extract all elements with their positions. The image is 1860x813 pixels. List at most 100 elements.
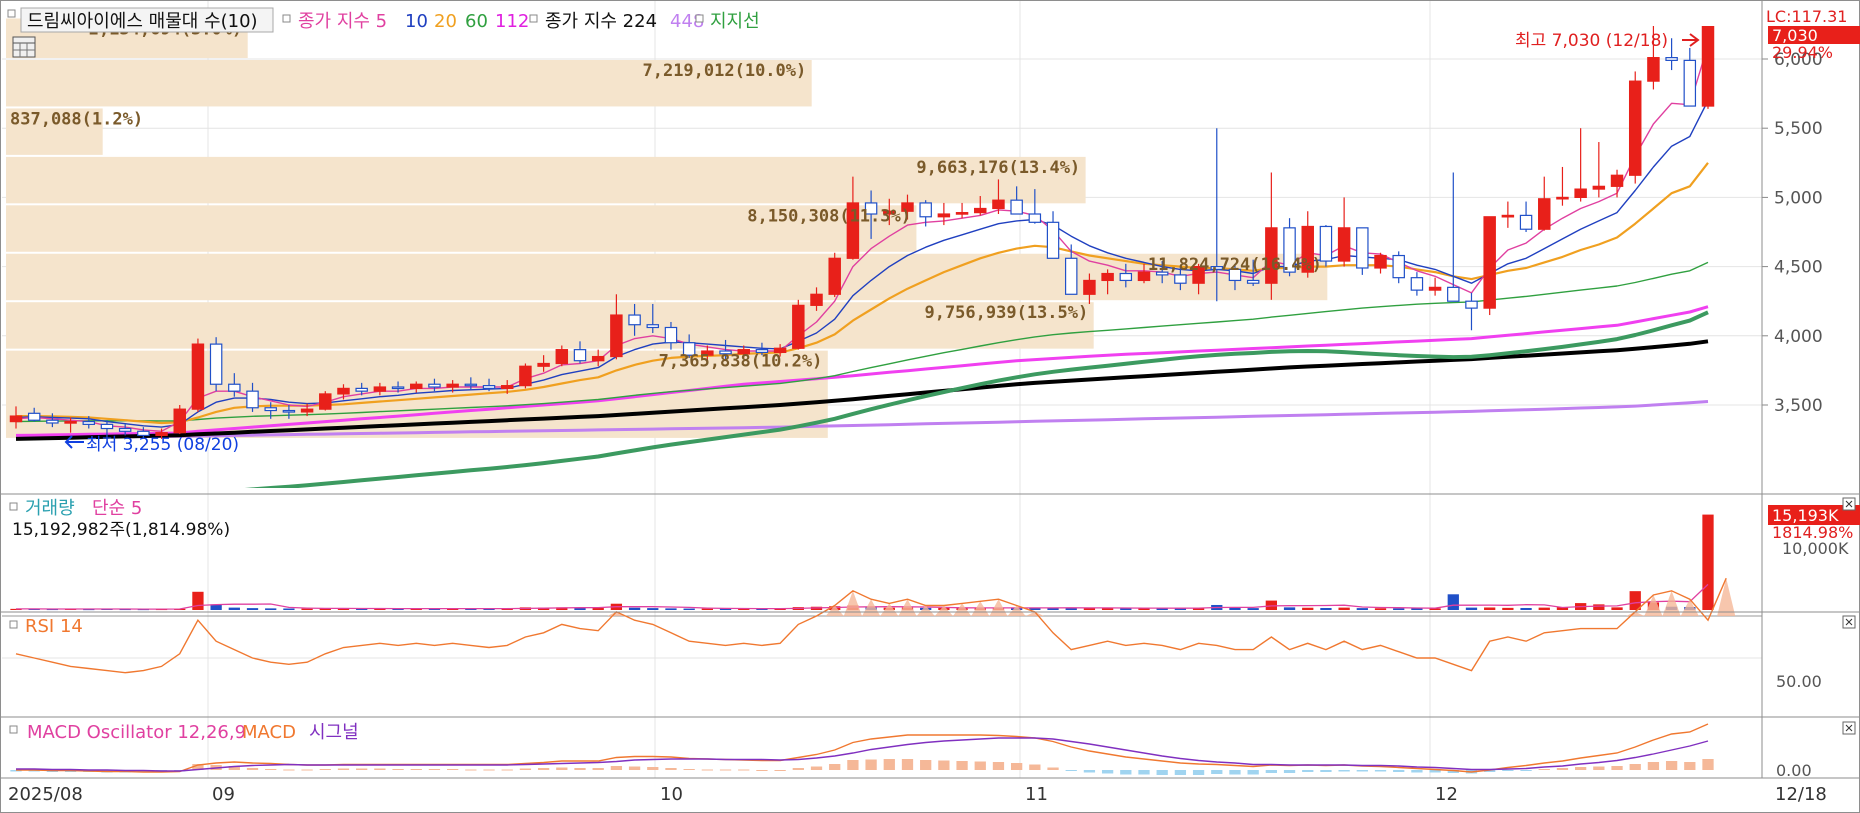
- volume-bar[interactable]: [1502, 607, 1514, 610]
- volume-ma-label[interactable]: 단순 5: [92, 498, 142, 519]
- candle-body[interactable]: [410, 383, 423, 389]
- chart-canvas[interactable]: 0(0.0%)15,192,982(21.1%)(7,030.00 ~ 6,65…: [0, 0, 1860, 813]
- candle-body[interactable]: [955, 212, 969, 215]
- volume-toggle-icon[interactable]: [9, 502, 18, 511]
- candle-body[interactable]: [1083, 279, 1096, 295]
- volume-bar[interactable]: [628, 607, 641, 610]
- candle-body[interactable]: [591, 355, 605, 362]
- support-toggle-icon[interactable]: [695, 14, 704, 23]
- candle-body[interactable]: [1010, 199, 1023, 215]
- calendar-icon[interactable]: [12, 36, 36, 58]
- candle-body[interactable]: [537, 362, 550, 367]
- candle-body[interactable]: [1556, 196, 1569, 200]
- volume-bar[interactable]: [1356, 608, 1368, 610]
- volume-bar[interactable]: [1538, 607, 1550, 610]
- volume-bar[interactable]: [701, 608, 713, 610]
- candle-body[interactable]: [100, 423, 114, 430]
- candle-body[interactable]: [209, 343, 223, 385]
- candle-body[interactable]: [519, 365, 532, 387]
- volume-bar[interactable]: [1338, 607, 1350, 610]
- volume-bar[interactable]: [283, 608, 295, 610]
- close-icon[interactable]: [1842, 615, 1856, 629]
- candle-body[interactable]: [573, 349, 587, 362]
- volume-bar[interactable]: [1447, 594, 1459, 610]
- volume-bar[interactable]: [1374, 608, 1387, 610]
- close-icon[interactable]: [1842, 497, 1856, 511]
- candle-body[interactable]: [810, 293, 823, 306]
- macd-toggle-icon[interactable]: [9, 725, 18, 734]
- candle-body[interactable]: [1428, 286, 1442, 291]
- candle-body[interactable]: [1046, 221, 1060, 259]
- candle-body[interactable]: [1410, 277, 1424, 291]
- candle-body[interactable]: [118, 427, 132, 432]
- candle-body[interactable]: [1392, 254, 1405, 279]
- candle-body[interactable]: [246, 390, 259, 409]
- candle-body[interactable]: [319, 393, 332, 410]
- volume-bar[interactable]: [1302, 607, 1314, 610]
- candle-body[interactable]: [82, 421, 96, 425]
- candle-body[interactable]: [1337, 227, 1351, 262]
- volume-bar[interactable]: [1247, 608, 1259, 610]
- volume-bar[interactable]: [192, 591, 204, 610]
- candle-body[interactable]: [1665, 57, 1678, 61]
- candle-body[interactable]: [1119, 272, 1133, 282]
- candle-body[interactable]: [664, 326, 678, 344]
- candle-body[interactable]: [300, 408, 314, 413]
- volume-bar[interactable]: [1593, 604, 1605, 610]
- candle-body[interactable]: [1647, 57, 1660, 82]
- candle-body[interactable]: [1592, 185, 1606, 190]
- volume-bar[interactable]: [647, 608, 659, 610]
- candle-body[interactable]: [1538, 198, 1551, 230]
- candle-body[interactable]: [482, 385, 496, 389]
- candle-body[interactable]: [610, 314, 623, 358]
- candle-body[interactable]: [428, 383, 441, 388]
- volume-bar[interactable]: [1229, 607, 1241, 610]
- close-icon[interactable]: [1842, 721, 1856, 735]
- candle-body[interactable]: [373, 386, 387, 392]
- candle-body[interactable]: [1501, 214, 1515, 218]
- volume-bar[interactable]: [1320, 607, 1332, 610]
- candle-body[interactable]: [1356, 227, 1369, 269]
- candle-body[interactable]: [992, 199, 1005, 210]
- candle-body[interactable]: [1319, 225, 1333, 262]
- candle-body[interactable]: [46, 419, 59, 424]
- candle-body[interactable]: [282, 409, 296, 413]
- candle-body[interactable]: [646, 324, 660, 329]
- signal-label[interactable]: 시그널: [309, 722, 359, 743]
- candle-body[interactable]: [1101, 272, 1114, 282]
- candle-body[interactable]: [355, 387, 368, 392]
- candle-body[interactable]: [1246, 279, 1260, 284]
- candle-body[interactable]: [1028, 213, 1042, 223]
- candle-body[interactable]: [9, 415, 23, 423]
- support-label[interactable]: 지지선: [710, 11, 760, 32]
- rsi-toggle-icon[interactable]: [9, 620, 18, 629]
- ma2-label[interactable]: 종가 지수 224: [545, 11, 657, 32]
- candle-body[interactable]: [555, 349, 569, 365]
- rsi-label[interactable]: RSI 14: [25, 616, 83, 637]
- candle-body[interactable]: [391, 386, 405, 390]
- macd-label[interactable]: MACD: [242, 722, 296, 743]
- volume-bar[interactable]: [683, 608, 695, 610]
- candle-body[interactable]: [828, 257, 841, 295]
- volume-bar[interactable]: [1283, 607, 1296, 610]
- ma2-toggle-icon[interactable]: [529, 14, 538, 23]
- candle-body[interactable]: [1610, 174, 1624, 187]
- candle-body[interactable]: [1683, 59, 1697, 107]
- volume-bar[interactable]: [301, 608, 313, 610]
- volume-bar[interactable]: [1411, 608, 1423, 610]
- ma-toggle-icon[interactable]: [282, 14, 291, 23]
- volume-bar[interactable]: [665, 608, 677, 610]
- candle-body[interactable]: [173, 408, 186, 434]
- candle-body[interactable]: [1628, 80, 1642, 176]
- volume-bar[interactable]: [1702, 514, 1714, 610]
- ma-label[interactable]: 종가 지수 5: [298, 11, 387, 32]
- candle-body[interactable]: [1374, 254, 1387, 269]
- volume-bar[interactable]: [1465, 607, 1478, 610]
- volume-label[interactable]: 거래량: [25, 498, 75, 519]
- candle-body[interactable]: [937, 213, 951, 218]
- candle-body[interactable]: [974, 207, 987, 214]
- legend-toggle-icon[interactable]: [7, 9, 16, 18]
- macd-osc-label[interactable]: MACD Oscillator 12,26,9: [27, 722, 246, 743]
- candle-body[interactable]: [1465, 300, 1478, 309]
- volume-bar[interactable]: [246, 608, 259, 610]
